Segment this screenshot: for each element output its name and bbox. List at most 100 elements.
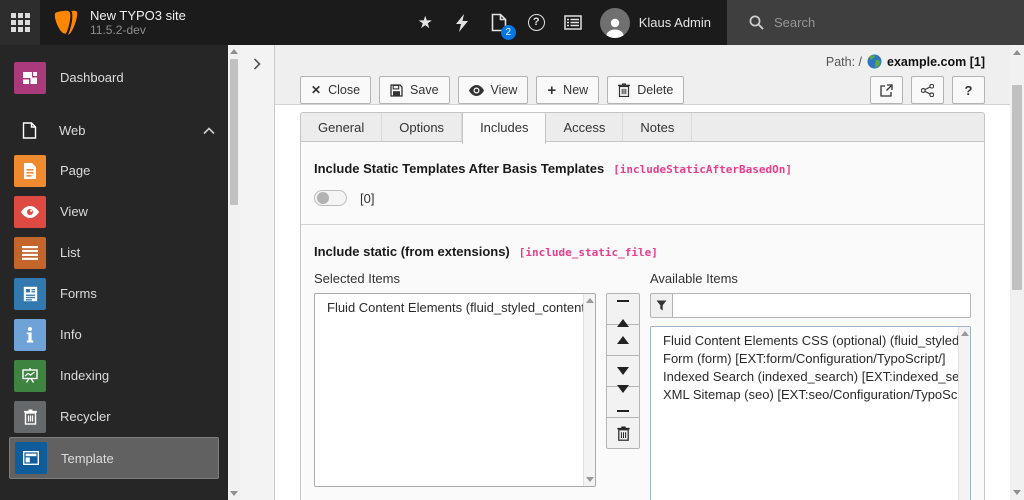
scroll-up-arrow[interactable] <box>1013 50 1021 55</box>
scroll-down-arrow[interactable] <box>585 477 594 482</box>
scroll-up-arrow[interactable] <box>960 331 969 336</box>
breadcrumb: Path: / example.com [1] <box>300 51 985 72</box>
sidebar-item-label: Info <box>60 327 82 342</box>
opened-documents-button[interactable]: 2 <box>481 0 518 45</box>
scroll-down-arrow[interactable] <box>1013 490 1021 495</box>
sidebar-item-recycler[interactable]: Recycler <box>0 396 228 437</box>
tab-includes[interactable]: Includes <box>462 113 547 144</box>
help-button[interactable]: ? <box>952 76 985 104</box>
share-button[interactable] <box>911 76 944 104</box>
trash-icon <box>616 426 630 441</box>
help-menu-button[interactable]: ? <box>518 0 555 45</box>
save-button[interactable]: Save <box>379 76 450 104</box>
opened-documents-badge: 2 <box>500 25 516 40</box>
move-up-button[interactable] <box>606 324 640 356</box>
scroll-up-arrow[interactable] <box>585 298 594 303</box>
field-title: Include static (from extensions) <box>314 244 510 259</box>
search-input[interactable] <box>774 15 974 30</box>
user-menu-button[interactable]: Klaus Admin <box>592 0 727 45</box>
search-icon <box>749 15 764 30</box>
sidebar-item-list[interactable]: List <box>0 232 228 273</box>
tab-notes[interactable]: Notes <box>623 113 693 141</box>
selected-items-label: Selected Items <box>314 271 400 286</box>
list-item[interactable]: Fluid Content Elements CSS (optional) (f… <box>651 332 958 350</box>
field-code: [includeStaticAfterBasedOn] <box>613 163 792 176</box>
page-reference[interactable]: example.com [1] <box>887 55 985 69</box>
view-button[interactable]: View <box>457 76 529 104</box>
close-button[interactable]: ✕ Close <box>300 76 372 104</box>
sidebar-item-page[interactable]: Page <box>0 150 228 191</box>
list-item[interactable]: Fluid Content Elements (fluid_styled_con… <box>315 299 583 317</box>
list-item[interactable]: Form (form) [EXT:form/Configuration/Typo… <box>651 350 958 368</box>
tab-access[interactable]: Access <box>546 113 624 141</box>
tab-options[interactable]: Options <box>382 113 463 141</box>
floppy-icon <box>390 83 403 97</box>
available-items-filter-input[interactable] <box>673 293 971 318</box>
list-item[interactable]: Indexed Search (indexed_search) [EXT:ind… <box>651 368 958 386</box>
toggle-switch[interactable] <box>314 190 347 206</box>
main-scrollbar[interactable] <box>1010 45 1024 500</box>
scrollbar-thumb[interactable] <box>230 59 238 205</box>
field-include-static-file: Include static (from extensions) [include… <box>301 224 984 500</box>
tab-panel-includes: Include Static Templates After Basis Tem… <box>300 142 985 500</box>
doc-body: General Options Includes Access Notes In… <box>275 105 1010 500</box>
navigation-strip <box>240 45 275 500</box>
move-to-top-button[interactable] <box>606 293 640 327</box>
sidebar-section-label: Web <box>59 122 86 138</box>
list-item[interactable]: XML Sitemap (seo) [EXT:seo/Configuration… <box>651 386 958 404</box>
move-to-bottom-button[interactable] <box>606 384 640 418</box>
listbox-scrollbar[interactable] <box>583 294 595 486</box>
field-title: Include Static Templates After Basis Tem… <box>314 161 605 176</box>
sidebar-item-forms[interactable]: Forms <box>0 273 228 314</box>
selected-items-options: Fluid Content Elements (fluid_styled_con… <box>315 294 583 486</box>
question-icon: ? <box>964 82 973 98</box>
plus-icon: + <box>547 81 557 99</box>
remove-item-button[interactable] <box>606 417 640 449</box>
clear-cache-button[interactable] <box>444 0 481 45</box>
user-name: Klaus Admin <box>638 15 711 30</box>
site-title: New TYPO3 site <box>90 8 186 23</box>
page-icon <box>14 154 46 187</box>
sidebar-scrollbar[interactable] <box>228 45 240 500</box>
toggle-value-label: [0] <box>360 190 375 206</box>
bolt-icon <box>456 13 469 32</box>
share-icon <box>921 83 934 97</box>
filter-addon <box>650 293 673 318</box>
field-code: [include_static_file] <box>518 246 658 259</box>
expand-navigation-button[interactable] <box>247 54 267 77</box>
sidebar-item-indexing[interactable]: Indexing <box>0 355 228 396</box>
available-items-listbox[interactable]: Fluid Content Elements CSS (optional) (f… <box>650 326 971 500</box>
module-menu-toggle-button[interactable] <box>0 0 40 45</box>
sidebar-item-dashboard[interactable]: Dashboard <box>0 57 228 98</box>
scrollbar-thumb[interactable] <box>1012 85 1022 290</box>
delete-button[interactable]: Delete <box>607 76 685 104</box>
bookmarks-button[interactable]: ★ <box>407 0 444 45</box>
sidebar-item-view[interactable]: View <box>0 191 228 232</box>
search-area[interactable] <box>727 0 1024 45</box>
help-icon: ? <box>527 14 545 31</box>
trash-icon <box>14 400 46 433</box>
available-items-label: Available Items <box>650 271 738 286</box>
open-in-new-window-button[interactable] <box>870 76 903 104</box>
system-information-button[interactable] <box>555 0 592 45</box>
new-button[interactable]: + New <box>536 76 600 104</box>
filter-group <box>650 293 971 318</box>
scroll-up-arrow[interactable] <box>230 49 238 54</box>
tab-general[interactable]: General <box>301 113 383 141</box>
field-include-static-after: Include Static Templates After Basis Tem… <box>301 142 984 224</box>
sidebar-item-info[interactable]: Info <box>0 314 228 355</box>
scroll-down-arrow[interactable] <box>230 491 238 496</box>
chevron-right-icon <box>253 58 261 70</box>
indexing-icon <box>14 359 46 392</box>
available-items-options: Fluid Content Elements CSS (optional) (f… <box>651 327 958 500</box>
move-to-top-icon <box>617 299 629 327</box>
content-module: Path: / example.com [1] ✕ Close Save Vie… <box>275 45 1010 500</box>
info-icon <box>14 318 46 351</box>
selected-items-listbox[interactable]: Fluid Content Elements (fluid_styled_con… <box>314 293 596 487</box>
sidebar-section-web[interactable]: Web <box>0 109 228 150</box>
listbox-scrollbar[interactable] <box>958 327 970 500</box>
move-down-button[interactable] <box>606 355 640 387</box>
site-brand[interactable]: New TYPO3 site 11.5.2-dev <box>40 0 200 45</box>
template-icon <box>15 442 47 474</box>
sidebar-item-template[interactable]: Template <box>9 437 219 479</box>
